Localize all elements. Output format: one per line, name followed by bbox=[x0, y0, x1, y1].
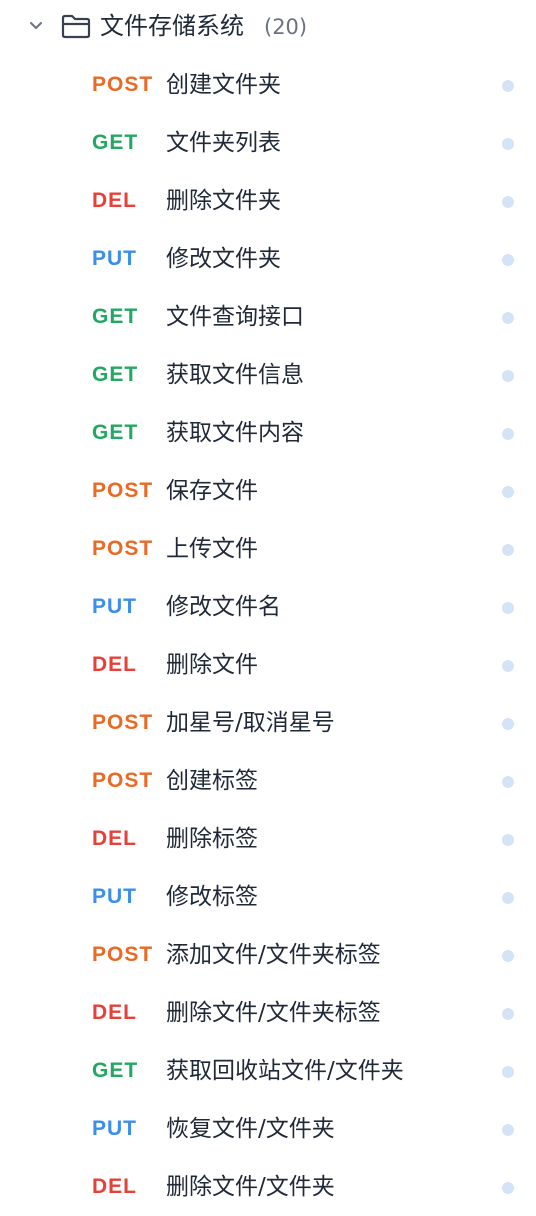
status-dot-icon bbox=[502, 196, 514, 208]
status-dot-icon bbox=[502, 486, 514, 498]
endpoint-name: 文件查询接口 bbox=[166, 304, 304, 330]
method-badge: DEL bbox=[92, 1175, 137, 1198]
method-badge: DEL bbox=[92, 1001, 137, 1024]
endpoint-name: 修改文件夹 bbox=[166, 246, 281, 272]
status-dot-icon bbox=[502, 834, 514, 846]
method-badge: DEL bbox=[92, 189, 137, 212]
endpoint-item[interactable]: GET 获取回收站文件/文件夹 bbox=[0, 1042, 536, 1100]
method-badge: POST bbox=[92, 943, 154, 966]
status-dot-icon bbox=[502, 1182, 514, 1194]
method-badge: GET bbox=[92, 1059, 139, 1082]
folder-header[interactable]: 文件存储系统 (20) bbox=[0, 0, 536, 54]
status-dot-icon bbox=[502, 1008, 514, 1020]
status-dot-icon bbox=[502, 892, 514, 904]
method-badge: DEL bbox=[92, 653, 137, 676]
status-dot-icon bbox=[502, 660, 514, 672]
endpoint-item[interactable]: POST 添加文件/文件夹标签 bbox=[0, 926, 536, 984]
endpoint-name: 恢复文件/文件夹 bbox=[166, 1116, 335, 1142]
method-badge: PUT bbox=[92, 595, 137, 618]
status-dot-icon bbox=[502, 80, 514, 92]
endpoint-name: 修改标签 bbox=[166, 884, 258, 910]
method-badge: PUT bbox=[92, 247, 137, 270]
endpoint-name: 删除文件/文件夹标签 bbox=[166, 1000, 381, 1026]
endpoint-name: 获取文件信息 bbox=[166, 362, 304, 388]
method-badge: GET bbox=[92, 305, 139, 328]
endpoint-item[interactable]: GET 获取文件内容 bbox=[0, 404, 536, 462]
endpoint-item[interactable]: PUT 修改文件名 bbox=[0, 578, 536, 636]
status-dot-icon bbox=[502, 138, 514, 150]
endpoint-item[interactable]: DEL 删除文件/文件夹 bbox=[0, 1158, 536, 1216]
endpoint-name: 上传文件 bbox=[166, 536, 258, 562]
endpoint-name: 删除文件 bbox=[166, 652, 258, 678]
status-dot-icon bbox=[502, 950, 514, 962]
endpoint-name: 修改文件名 bbox=[166, 594, 281, 620]
endpoint-name: 保存文件 bbox=[166, 478, 258, 504]
endpoint-name: 创建标签 bbox=[166, 768, 258, 794]
endpoint-item[interactable]: PUT 修改文件夹 bbox=[0, 230, 536, 288]
endpoint-item[interactable]: GET 文件夹列表 bbox=[0, 114, 536, 172]
status-dot-icon bbox=[502, 544, 514, 556]
endpoint-item[interactable]: DEL 删除文件/文件夹标签 bbox=[0, 984, 536, 1042]
method-badge: POST bbox=[92, 711, 154, 734]
endpoint-list: POST 创建文件夹 GET 文件夹列表 DEL 删除文件夹 PUT 修改文件夹… bbox=[0, 56, 536, 1216]
endpoint-item[interactable]: GET 文件查询接口 bbox=[0, 288, 536, 346]
folder-name: 文件存储系统 bbox=[100, 12, 244, 40]
method-badge: GET bbox=[92, 131, 139, 154]
endpoint-item[interactable]: DEL 删除文件夹 bbox=[0, 172, 536, 230]
method-badge: POST bbox=[92, 537, 154, 560]
endpoint-name: 添加文件/文件夹标签 bbox=[166, 942, 381, 968]
endpoint-item[interactable]: GET 获取文件信息 bbox=[0, 346, 536, 404]
method-badge: GET bbox=[92, 363, 139, 386]
endpoint-item[interactable]: DEL 删除文件 bbox=[0, 636, 536, 694]
endpoint-item[interactable]: PUT 修改标签 bbox=[0, 868, 536, 926]
endpoint-item[interactable]: POST 创建标签 bbox=[0, 752, 536, 810]
method-badge: PUT bbox=[92, 885, 137, 908]
endpoint-item[interactable]: POST 上传文件 bbox=[0, 520, 536, 578]
method-badge: POST bbox=[92, 479, 154, 502]
status-dot-icon bbox=[502, 254, 514, 266]
chevron-down-icon[interactable] bbox=[26, 16, 46, 36]
folder-open-icon bbox=[61, 14, 91, 39]
status-dot-icon bbox=[502, 312, 514, 324]
status-dot-icon bbox=[502, 602, 514, 614]
method-badge: POST bbox=[92, 769, 154, 792]
endpoint-item[interactable]: POST 加星号/取消星号 bbox=[0, 694, 536, 752]
endpoint-name: 删除文件/文件夹 bbox=[166, 1174, 335, 1200]
status-dot-icon bbox=[502, 718, 514, 730]
endpoint-item[interactable]: DEL 删除标签 bbox=[0, 810, 536, 868]
status-dot-icon bbox=[502, 1124, 514, 1136]
endpoint-name: 加星号/取消星号 bbox=[166, 710, 335, 736]
endpoint-item[interactable]: PUT 恢复文件/文件夹 bbox=[0, 1100, 536, 1158]
endpoint-name: 创建文件夹 bbox=[166, 72, 281, 98]
endpoint-name: 获取文件内容 bbox=[166, 420, 304, 446]
status-dot-icon bbox=[502, 370, 514, 382]
endpoint-item[interactable]: POST 创建文件夹 bbox=[0, 56, 536, 114]
endpoint-name: 获取回收站文件/文件夹 bbox=[166, 1058, 404, 1084]
folder-count: (20) bbox=[264, 15, 308, 39]
endpoint-name: 文件夹列表 bbox=[166, 130, 281, 156]
method-badge: GET bbox=[92, 421, 139, 444]
endpoint-item[interactable]: POST 保存文件 bbox=[0, 462, 536, 520]
status-dot-icon bbox=[502, 1066, 514, 1078]
status-dot-icon bbox=[502, 428, 514, 440]
method-badge: DEL bbox=[92, 827, 137, 850]
method-badge: POST bbox=[92, 73, 154, 96]
status-dot-icon bbox=[502, 776, 514, 788]
endpoint-name: 删除文件夹 bbox=[166, 188, 281, 214]
endpoint-name: 删除标签 bbox=[166, 826, 258, 852]
method-badge: PUT bbox=[92, 1117, 137, 1140]
